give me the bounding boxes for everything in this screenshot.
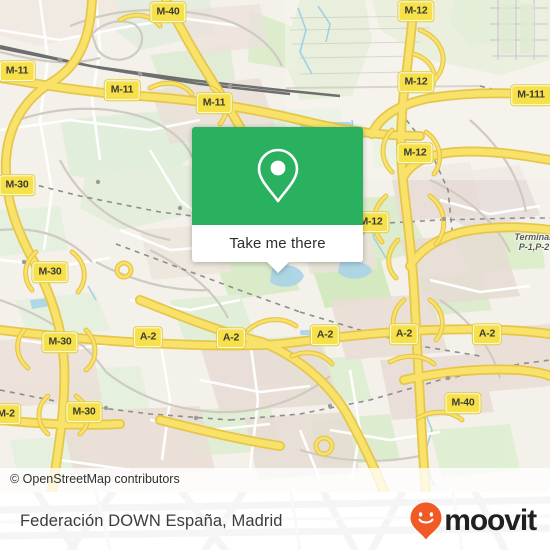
road-shield: A-2 [471, 323, 503, 345]
place-label: P-1,P-2 [518, 242, 550, 252]
road-shield: A-2 [215, 327, 247, 349]
road-shield: M-111 [510, 84, 550, 106]
road-shield: A-2 [388, 323, 420, 345]
road-shield: M-30 [31, 261, 69, 283]
take-me-there-button[interactable]: Take me there [229, 235, 325, 252]
road-shield: M-2 [0, 403, 22, 425]
popup-header [192, 127, 363, 225]
road-shield: M-30 [41, 331, 79, 353]
popup-tail-pointer [266, 262, 289, 273]
moovit-wordmark: moovit [444, 504, 537, 537]
popup-footer[interactable]: Take me there [192, 225, 363, 273]
road-shield: M-11 [195, 92, 233, 114]
road-shield: M-12 [397, 0, 435, 22]
road-shield: M-40 [149, 1, 187, 23]
moovit-brand[interactable]: moovit [409, 501, 537, 541]
road-shield: M-40 [444, 392, 482, 414]
road-shield: M-12 [397, 71, 435, 93]
road-shield: M-30 [65, 401, 103, 423]
road-shield: M-30 [0, 174, 36, 196]
map-attribution[interactable]: © OpenStreetMap contributors [0, 468, 550, 492]
footer-bar: Federación DOWN España, Madrid moovit [0, 492, 550, 550]
road-shield: A-2 [309, 324, 341, 346]
footer-content: Federación DOWN España, Madrid moovit [0, 492, 550, 550]
location-popup-card[interactable]: Take me there [192, 127, 363, 273]
moovit-map-screenshot: M-40 M-12 M-11 M-12 M-111 M-11 M-11 M-12 M-12 M-3… [0, 0, 550, 550]
moovit-smiley-pin-icon [410, 502, 442, 540]
road-shield: A-2 [132, 326, 164, 348]
road-shield: M-11 [103, 79, 141, 101]
place-label: Terminales [514, 232, 550, 242]
road-shield: M-11 [0, 60, 36, 82]
map-pin-icon [257, 148, 298, 203]
road-shield: M-12 [396, 142, 434, 164]
place-title: Federación DOWN España, Madrid [20, 511, 283, 530]
